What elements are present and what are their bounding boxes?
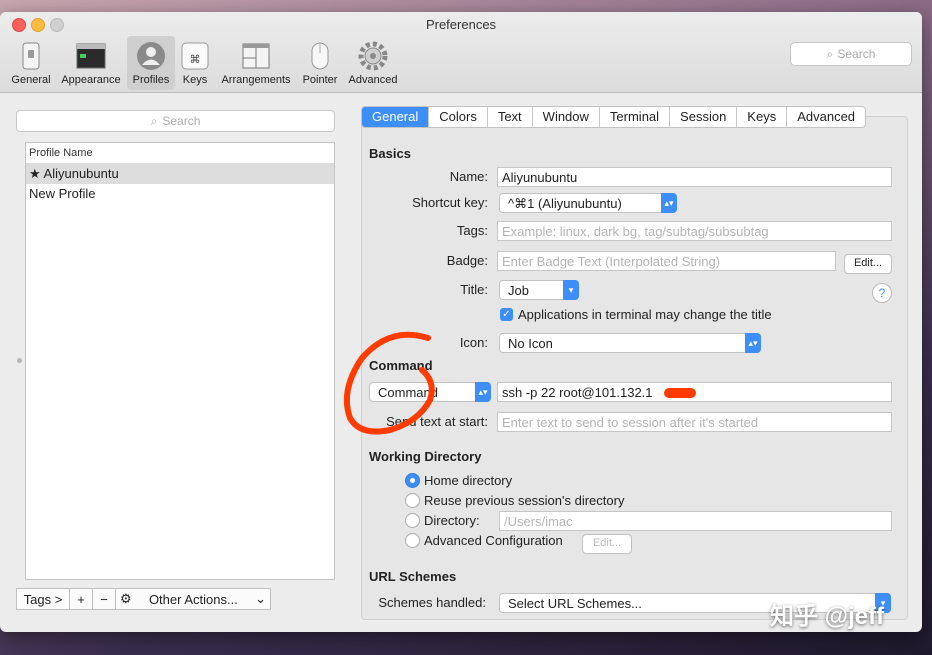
apps-change-title-checkbox[interactable]: ✓: [500, 308, 513, 321]
chevron-down-icon: ▾: [563, 280, 579, 300]
profile-row-aliyunubuntu[interactable]: ★ Aliyunubuntu: [26, 164, 334, 184]
shortcut-key-value: ^⌘1 (Aliyunubuntu): [508, 196, 622, 211]
toolbar-search-input[interactable]: ⌕ Search: [790, 42, 912, 66]
url-schemes-value: Select URL Schemes...: [508, 596, 642, 611]
tab-advanced[interactable]: Advanced: [786, 107, 865, 127]
icon-value: No Icon: [508, 336, 553, 351]
advanced-configuration-label: Advanced Configuration: [424, 533, 563, 548]
remove-profile-button[interactable]: −: [93, 588, 116, 610]
tab-session[interactable]: Session: [669, 107, 736, 127]
tab-keys[interactable]: Keys: [736, 107, 786, 127]
svg-text:⌘: ⌘: [190, 53, 201, 66]
profile-list: Profile Name ★ Aliyunubuntu New Profile: [25, 142, 335, 580]
basics-heading: Basics: [369, 146, 411, 161]
profile-row-new-profile[interactable]: New Profile: [26, 184, 334, 204]
title-label: Title:: [362, 282, 488, 297]
badge-field[interactable]: Enter Badge Text (Interpolated String): [497, 251, 836, 271]
profile-tabs: General Colors Text Window Terminal Sess…: [361, 106, 866, 128]
window-title: Preferences: [0, 17, 922, 32]
directory-field[interactable]: /Users/imac: [499, 511, 892, 531]
search-icon: ⌕: [151, 114, 158, 129]
tab-terminal[interactable]: Terminal: [599, 107, 669, 127]
toolbar: Preferences General Appearance Profiles …: [0, 12, 922, 93]
toolbar-appearance-label: Appearance: [58, 74, 124, 86]
toolbar-arrangements[interactable]: Arrangements: [216, 36, 296, 90]
directory-radio[interactable]: [405, 513, 420, 528]
title-popup[interactable]: Job ▾: [499, 280, 579, 300]
schemes-handled-label: Schemes handled:: [362, 595, 486, 610]
shortcut-key-label: Shortcut key:: [362, 195, 488, 210]
arrangements-icon: [240, 40, 272, 72]
url-schemes-heading: URL Schemes: [369, 569, 456, 584]
keys-icon: ⌘: [179, 40, 211, 72]
toolbar-profiles[interactable]: Profiles: [127, 36, 175, 90]
name-field[interactable]: Aliyunubuntu: [497, 167, 892, 187]
tab-window[interactable]: Window: [532, 107, 599, 127]
tab-text[interactable]: Text: [487, 107, 532, 127]
icon-popup[interactable]: No Icon ▴▾: [499, 333, 761, 353]
tab-colors[interactable]: Colors: [428, 107, 487, 127]
home-directory-radio[interactable]: [405, 473, 420, 488]
shortcut-key-popup[interactable]: ^⌘1 (Aliyunubuntu) ▴▾: [499, 193, 677, 213]
gear-icon: [357, 40, 389, 72]
chevron-updown-icon: ▴▾: [661, 193, 677, 213]
advanced-configuration-edit-button[interactable]: Edit...: [582, 534, 632, 554]
toolbar-search-placeholder: Search: [837, 47, 875, 61]
chevron-updown-icon: ▴▾: [745, 333, 761, 353]
profile-actions-bar: Tags > + − ⚙ Other Actions... ⌄: [16, 588, 271, 610]
tags-label: Tags:: [362, 223, 488, 238]
toolbar-pointer-label: Pointer: [298, 74, 342, 86]
tags-field[interactable]: Example: linux, dark bg, tag/subtag/subs…: [497, 221, 892, 241]
gear-icon: ⚙: [120, 591, 132, 607]
general-icon: [15, 40, 47, 72]
toolbar-general-label: General: [8, 74, 54, 86]
reuse-directory-radio[interactable]: [405, 493, 420, 508]
tags-button[interactable]: Tags >: [16, 588, 70, 610]
profiles-icon: [135, 40, 167, 72]
split-view-handle[interactable]: [17, 358, 22, 363]
directory-label: Directory:: [424, 513, 480, 528]
badge-edit-button[interactable]: Edit...: [844, 254, 892, 274]
title-value: Job: [508, 283, 529, 298]
redaction-scribble: [664, 388, 696, 398]
reuse-directory-label: Reuse previous session's directory: [424, 493, 624, 508]
preferences-window: Preferences General Appearance Profiles …: [0, 12, 922, 632]
toolbar-arrangements-label: Arrangements: [216, 74, 296, 86]
appearance-icon: [75, 40, 107, 72]
toolbar-keys-label: Keys: [178, 74, 212, 86]
profile-list-header[interactable]: Profile Name: [26, 143, 334, 164]
toolbar-general[interactable]: General: [8, 36, 54, 90]
help-button[interactable]: ?: [872, 283, 892, 303]
send-text-field[interactable]: Enter text to send to session after it's…: [497, 412, 892, 432]
toolbar-advanced-label: Advanced: [345, 74, 401, 86]
badge-label: Badge:: [362, 253, 488, 268]
toolbar-advanced[interactable]: Advanced: [345, 36, 401, 90]
name-label: Name:: [362, 169, 488, 184]
chevron-down-icon: ⌄: [255, 591, 266, 607]
toolbar-keys[interactable]: ⌘ Keys: [178, 36, 212, 90]
home-directory-label: Home directory: [424, 473, 512, 488]
chevron-updown-icon: ▴▾: [475, 382, 491, 402]
profile-search-input[interactable]: ⌕ Search: [16, 110, 335, 132]
tab-general[interactable]: General: [362, 107, 428, 127]
working-directory-heading: Working Directory: [369, 449, 481, 464]
pointer-icon: [304, 40, 336, 72]
annotation-circle: [340, 330, 440, 438]
profile-settings-panel: Basics Name: Aliyunubuntu Shortcut key: …: [361, 116, 908, 620]
other-actions-label: Other Actions...: [149, 592, 238, 607]
toolbar-pointer[interactable]: Pointer: [298, 36, 342, 90]
profile-search-placeholder: Search: [162, 114, 200, 128]
apps-change-title-label: Applications in terminal may change the …: [518, 307, 772, 322]
toolbar-profiles-label: Profiles: [127, 74, 175, 86]
search-icon: ⌕: [827, 47, 834, 62]
advanced-configuration-radio[interactable]: [405, 533, 420, 548]
watermark: 知乎 @jeff: [770, 596, 884, 631]
other-actions-menu[interactable]: ⚙ Other Actions... ⌄: [116, 588, 271, 610]
toolbar-appearance[interactable]: Appearance: [58, 36, 124, 90]
add-profile-button[interactable]: +: [70, 588, 93, 610]
